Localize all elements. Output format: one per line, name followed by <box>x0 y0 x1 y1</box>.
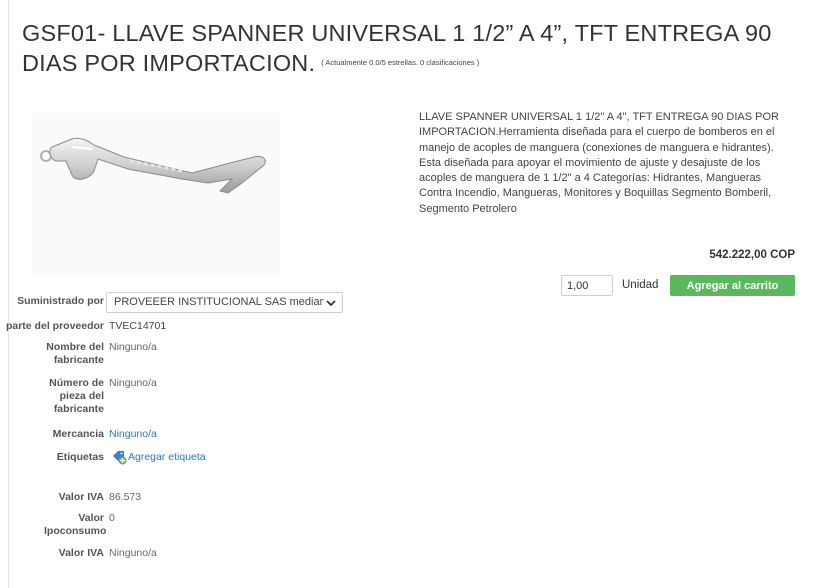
supplier-select[interactable]: PROVEEER INSTITUCIONAL SAS mediante <box>106 292 343 313</box>
rating-summary: ( Actualmente 0.0/5 estrellas. 0 clasifi… <box>321 57 480 67</box>
iva2-label: Valor IVA <box>58 547 104 559</box>
product-description: LLAVE SPANNER UNIVERSAL 1 1/2" A 4", TFT… <box>419 111 779 215</box>
supplier-select-value: PROVEEER INSTITUCIONAL SAS mediante <box>114 296 335 308</box>
manufacturer-name-label: Nombre del fabricante <box>46 341 104 366</box>
merchandise-label: Mercancia <box>52 428 104 440</box>
add-tag-link[interactable]: Agregar etiqueta <box>128 451 206 463</box>
product-title-text: GSF01- LLAVE SPANNER UNIVERSAL 1 1/2” A … <box>22 20 772 76</box>
iva-label: Valor IVA <box>58 491 104 503</box>
supplier-part-value: TVEC14701 <box>109 320 167 332</box>
tag-add-icon[interactable] <box>112 450 127 465</box>
product-price: 542.222,00 COP <box>709 249 795 261</box>
quantity-input[interactable] <box>561 275 613 296</box>
supplier-part-label: parte del proveedor <box>5 320 104 332</box>
unit-label: Unidad <box>622 279 659 291</box>
ipoconsumo-value: 0 <box>109 512 115 524</box>
manufacturer-name-value: Ninguno/a <box>109 341 157 353</box>
chevron-down-icon <box>324 296 338 310</box>
iva2-value: Ninguno/a <box>109 547 157 559</box>
ipoconsumo-label: Valor Ipoconsumo <box>44 512 107 537</box>
spanner-wrench-image <box>40 137 266 194</box>
manufacturer-part-value: Ninguno/a <box>109 377 157 389</box>
merchandise-link[interactable]: Ninguno/a <box>109 428 157 441</box>
add-to-cart-button[interactable]: Agregar al carrito <box>670 275 795 296</box>
iva-value: 86.573 <box>109 491 142 503</box>
supplied-by-label: Suministrado por <box>17 295 104 307</box>
product-image[interactable] <box>32 113 280 273</box>
tags-label: Etiquetas <box>56 451 104 463</box>
product-title: GSF01- LLAVE SPANNER UNIVERSAL 1 1/2” A … <box>22 18 802 80</box>
manufacturer-part-label: Número de pieza del fabricante <box>49 377 104 415</box>
